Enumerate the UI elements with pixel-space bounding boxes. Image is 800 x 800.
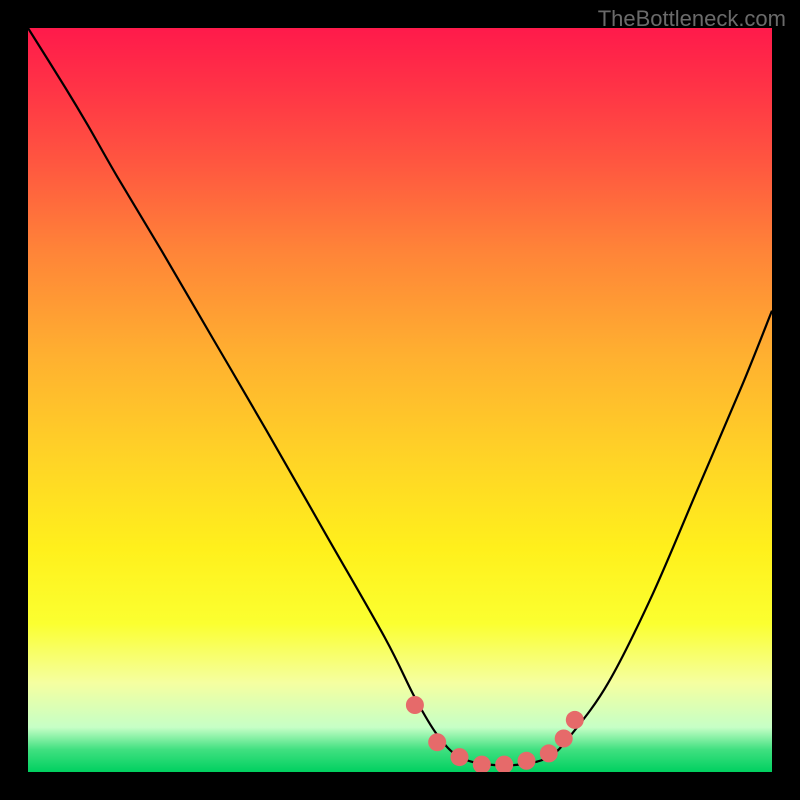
watermark-text: TheBottleneck.com	[598, 6, 786, 32]
black-frame-border	[0, 0, 800, 800]
